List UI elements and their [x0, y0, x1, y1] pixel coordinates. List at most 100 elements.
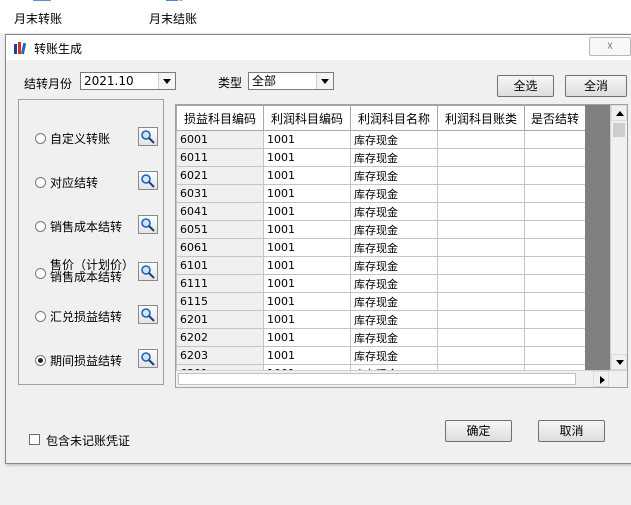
table-cell[interactable]: 6202: [176, 328, 264, 347]
table-cell[interactable]: [524, 256, 586, 275]
table-row[interactable]: 6061 1001 库存现金: [176, 238, 586, 257]
search-button[interactable]: [138, 127, 158, 146]
table-cell[interactable]: [437, 148, 525, 167]
table-cell[interactable]: 库存现金: [350, 346, 438, 365]
table-cell[interactable]: [437, 346, 525, 365]
table-cell[interactable]: 1001: [263, 238, 351, 257]
table-cell[interactable]: 1001: [263, 130, 351, 149]
table-cell[interactable]: [437, 274, 525, 293]
radio-planned-price-cost-transfer[interactable]: [35, 268, 46, 279]
scroll-thumb[interactable]: [613, 123, 625, 137]
toolbar-month-end-transfer[interactable]: 月末转账: [14, 0, 70, 33]
option-exchange-gain-loss-transfer[interactable]: 汇兑损益结转: [19, 303, 165, 333]
table-cell[interactable]: [437, 310, 525, 329]
search-button[interactable]: [138, 215, 158, 234]
table-cell[interactable]: 6021: [176, 166, 264, 185]
table-cell[interactable]: [437, 238, 525, 257]
search-button[interactable]: [138, 305, 158, 324]
table-cell[interactable]: 1001: [263, 310, 351, 329]
column-header[interactable]: 损益科目编码: [176, 105, 264, 131]
table-cell[interactable]: 库存现金: [350, 256, 438, 275]
table-row[interactable]: 6201 1001 库存现金: [176, 310, 586, 329]
table-cell[interactable]: [524, 130, 586, 149]
table-cell[interactable]: [524, 310, 586, 329]
table-cell[interactable]: 库存现金: [350, 202, 438, 221]
month-select[interactable]: 2021.10: [80, 72, 176, 90]
table-cell[interactable]: 6011: [176, 148, 264, 167]
option-corresponding-transfer[interactable]: 对应结转: [19, 169, 165, 199]
scroll-thumb[interactable]: [178, 373, 576, 385]
table-cell[interactable]: [524, 166, 586, 185]
table-cell[interactable]: 库存现金: [350, 166, 438, 185]
column-header[interactable]: 是否结转: [524, 105, 586, 131]
select-all-button[interactable]: 全选: [497, 75, 554, 97]
type-select[interactable]: 全部: [248, 72, 334, 90]
table-cell[interactable]: [524, 274, 586, 293]
table-cell[interactable]: 1001: [263, 346, 351, 365]
table-cell[interactable]: [437, 220, 525, 239]
column-header[interactable]: 利润科目名称: [350, 105, 438, 131]
table-cell[interactable]: 1001: [263, 274, 351, 293]
table-cell[interactable]: [524, 202, 586, 221]
table-cell[interactable]: [524, 220, 586, 239]
table-cell[interactable]: 库存现金: [350, 310, 438, 329]
option-sales-cost-transfer[interactable]: 销售成本结转: [19, 213, 165, 243]
table-cell[interactable]: 1001: [263, 292, 351, 311]
table-row[interactable]: 6101 1001 库存现金: [176, 256, 586, 275]
table-cell[interactable]: 1001: [263, 166, 351, 185]
table-cell[interactable]: 6041: [176, 202, 264, 221]
table-row[interactable]: 6041 1001 库存现金: [176, 202, 586, 221]
scroll-down-icon[interactable]: [611, 354, 627, 370]
table-cell[interactable]: 1001: [263, 148, 351, 167]
table-row[interactable]: 6202 1001 库存现金: [176, 328, 586, 347]
table-cell[interactable]: 库存现金: [350, 184, 438, 203]
table-cell[interactable]: 1001: [263, 184, 351, 203]
option-period-gain-loss-transfer[interactable]: 期间损益结转: [19, 347, 165, 377]
chevron-down-icon[interactable]: [158, 73, 175, 89]
table-row[interactable]: 6021 1001 库存现金: [176, 166, 586, 185]
table-cell[interactable]: 1001: [263, 202, 351, 221]
horizontal-scrollbar[interactable]: [176, 370, 627, 387]
chevron-down-icon[interactable]: [316, 73, 333, 89]
table-cell[interactable]: 库存现金: [350, 292, 438, 311]
table-cell[interactable]: [437, 166, 525, 185]
toolbar-month-end-closing[interactable]: 月末结账: [145, 0, 201, 33]
column-header[interactable]: 利润科目编码: [263, 105, 351, 131]
table-cell[interactable]: 6201: [176, 310, 264, 329]
ok-button[interactable]: 确定: [445, 420, 512, 442]
deselect-all-button[interactable]: 全消: [565, 75, 627, 97]
table-cell[interactable]: 库存现金: [350, 130, 438, 149]
table-cell[interactable]: 库存现金: [350, 238, 438, 257]
table-cell[interactable]: 库存现金: [350, 274, 438, 293]
scroll-up-icon[interactable]: [611, 105, 627, 121]
table-cell[interactable]: 1001: [263, 328, 351, 347]
table-row[interactable]: 6115 1001 库存现金: [176, 292, 586, 311]
table-row[interactable]: 6051 1001 库存现金: [176, 220, 586, 239]
table-cell[interactable]: [437, 328, 525, 347]
table-cell[interactable]: [524, 328, 586, 347]
table-cell[interactable]: 库存现金: [350, 328, 438, 347]
vertical-scrollbar[interactable]: [610, 105, 627, 370]
table-row[interactable]: 6111 1001 库存现金: [176, 274, 586, 293]
radio-sales-cost-transfer[interactable]: [35, 221, 46, 232]
option-custom-transfer[interactable]: 自定义转账: [19, 125, 165, 155]
table-row[interactable]: 6001 1001 库存现金: [176, 130, 586, 149]
table-cell[interactable]: 6115: [176, 292, 264, 311]
table-cell[interactable]: [524, 238, 586, 257]
cancel-button[interactable]: 取消: [538, 420, 605, 442]
search-button[interactable]: [138, 171, 158, 190]
table-cell[interactable]: [437, 256, 525, 275]
scroll-right-icon[interactable]: [593, 371, 609, 387]
table-cell[interactable]: [437, 202, 525, 221]
table-row[interactable]: 6203 1001 库存现金: [176, 346, 586, 365]
table-cell[interactable]: 6031: [176, 184, 264, 203]
table-row[interactable]: 6011 1001 库存现金: [176, 148, 586, 167]
table-cell[interactable]: [524, 148, 586, 167]
table-cell[interactable]: 1001: [263, 256, 351, 275]
option-planned-price-cost-transfer[interactable]: 售价（计划价）销售成本结转: [19, 257, 165, 291]
radio-exchange-gain-loss-transfer[interactable]: [35, 311, 46, 322]
table-cell[interactable]: [524, 346, 586, 365]
table-cell[interactable]: [524, 292, 586, 311]
table-cell[interactable]: 6101: [176, 256, 264, 275]
table-cell[interactable]: [524, 184, 586, 203]
